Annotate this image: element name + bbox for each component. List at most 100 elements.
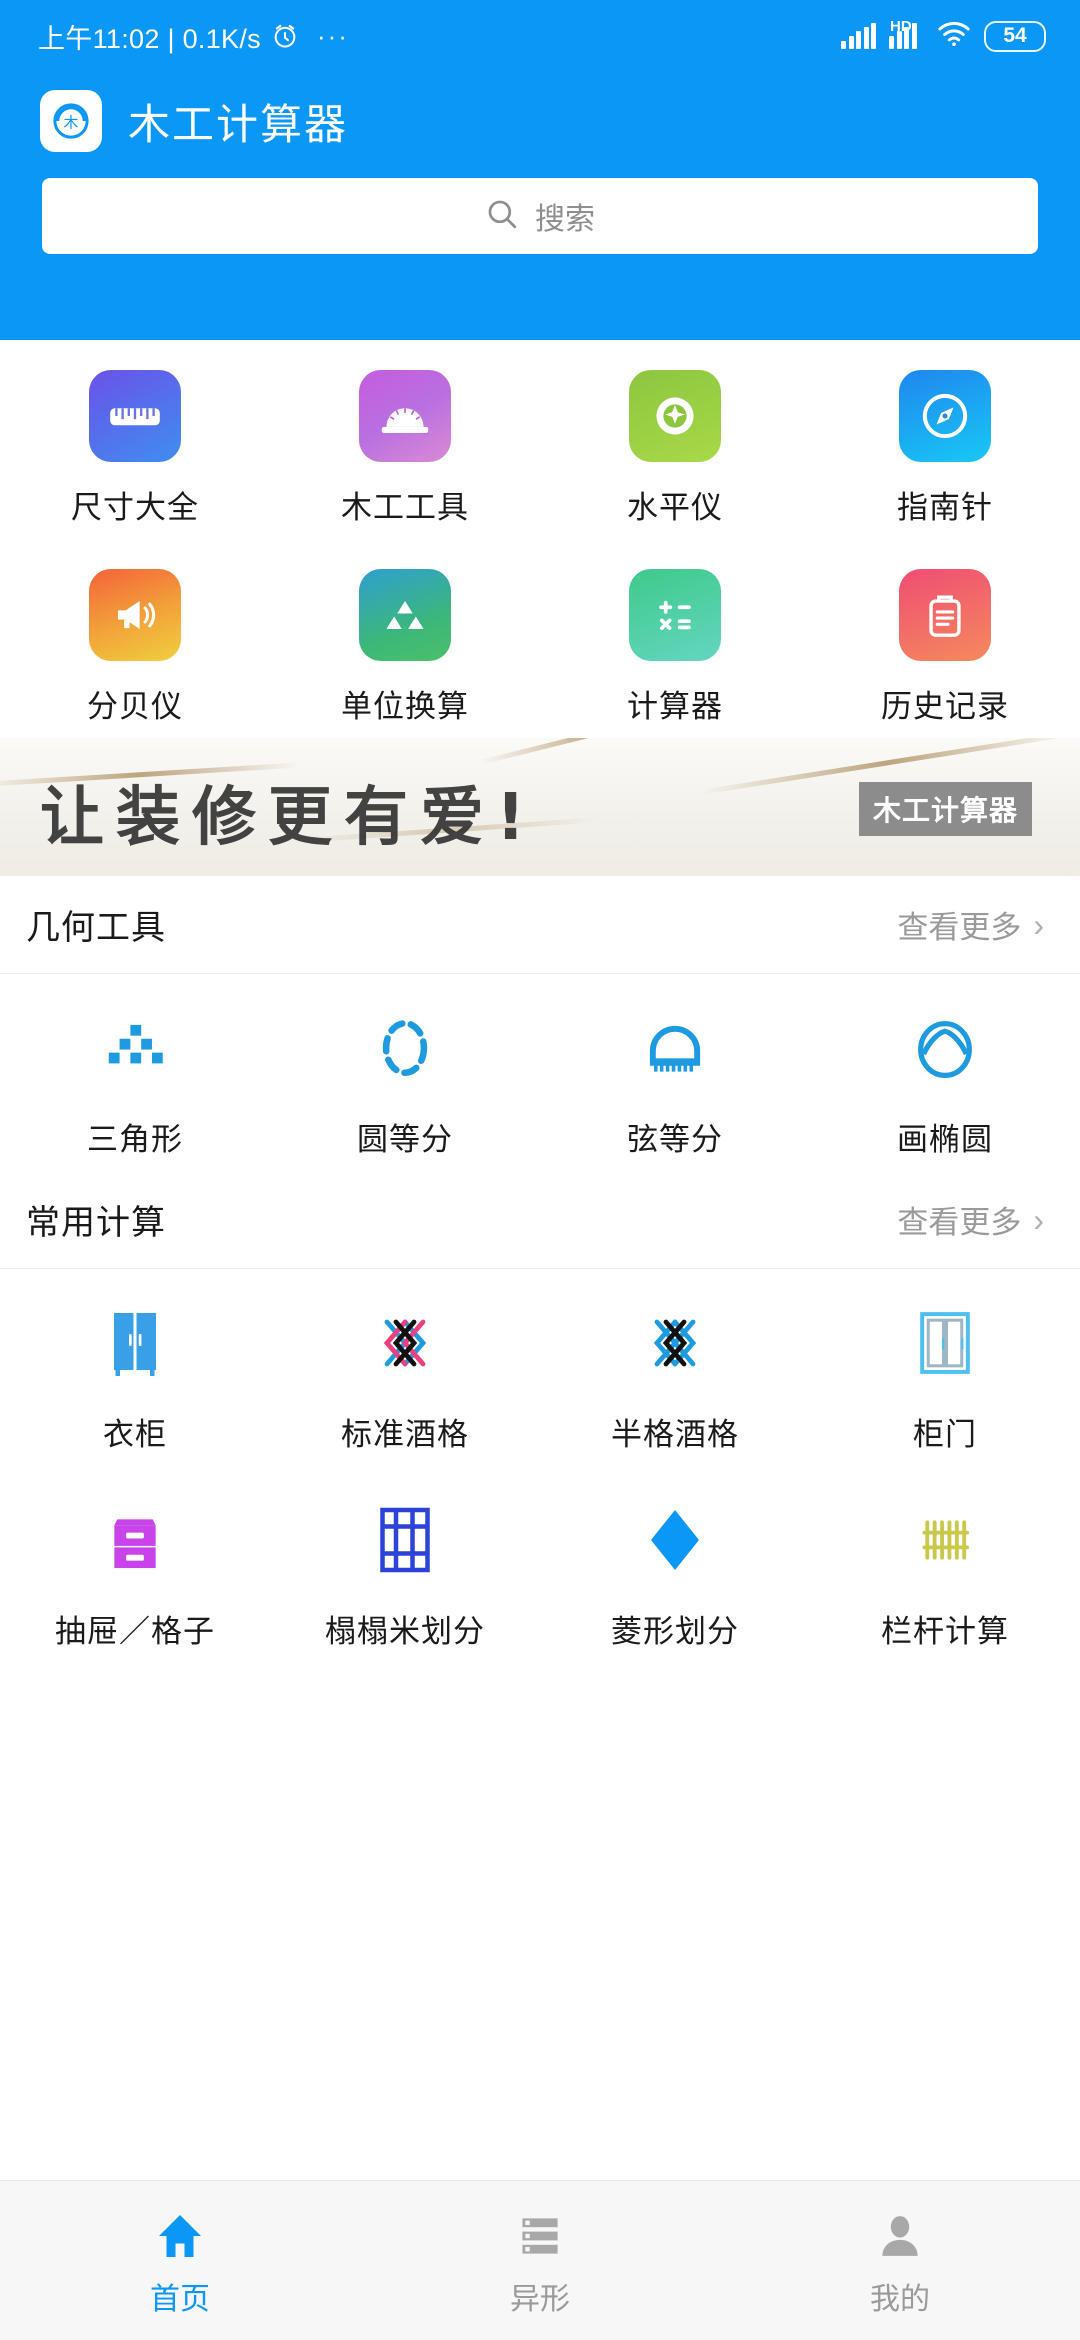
tool-label: 水平仪 (627, 490, 723, 525)
view-more-geometry-button[interactable]: 查看更多 › (897, 902, 1044, 947)
tool-tile-compass[interactable]: 指南针 (810, 340, 1080, 539)
search-placeholder: 搜索 (535, 203, 595, 236)
tool-label: 柜门 (913, 1417, 977, 1452)
nav-label: 首页 (150, 2282, 210, 2316)
tool-label: 弦等分 (627, 1122, 723, 1157)
triangles-icon (359, 569, 451, 661)
tool-label: 木工工具 (341, 490, 469, 525)
status-time-network: 上午11:02 | 0.1K/s (38, 23, 261, 54)
compass-icon (899, 370, 991, 462)
bottom-navigation: 首页 异形 我的 (0, 2180, 1080, 2340)
wifi-icon (937, 21, 971, 52)
calc-tile-half-wine-lattice[interactable]: 半格酒格 (540, 1269, 810, 1466)
tool-label: 单位换算 (341, 689, 469, 724)
tatami-icon (359, 1494, 451, 1586)
tool-label: 历史记录 (881, 689, 1009, 724)
tool-label: 榻榻米划分 (325, 1614, 485, 1649)
view-more-label: 查看更多 (897, 910, 1022, 945)
tool-label: 衣柜 (103, 1417, 167, 1452)
section-title: 几何工具 (26, 909, 166, 947)
tool-label: 标准酒格 (341, 1417, 469, 1452)
signal-bars-hd-icon: HD (889, 19, 924, 49)
nav-label: 我的 (870, 2282, 930, 2316)
tool-tile-unit-convert[interactable]: 单位换算 (270, 539, 540, 738)
tool-label: 指南针 (897, 490, 993, 525)
common-calc-grid: 衣柜 标准酒格 半格酒格 柜门 抽屉／格子 榻榻米划分 菱形划分 栏杆计算 (0, 1269, 1080, 1663)
drawer-icon (89, 1494, 181, 1586)
banner-slogan: 让装修更有爱! (40, 781, 538, 855)
triangle-blocks-icon (89, 1002, 181, 1094)
home-icon (151, 2210, 209, 2262)
quick-tools-grid: 尺寸大全 木工工具 水平仪 指南针 分贝仪 单位换算 计算器 历史记录 (0, 340, 1080, 738)
tool-tile-calculator[interactable]: 计算器 (540, 539, 810, 738)
clipboard-icon (899, 569, 991, 661)
nav-item-home[interactable]: 首页 (0, 2204, 360, 2318)
tool-tile-woodworking-tools[interactable]: 木工工具 (270, 340, 540, 539)
promo-banner[interactable]: 让装修更有爱! 木工计算器 (0, 738, 1080, 876)
calc-tile-wardrobe[interactable]: 衣柜 (0, 1269, 270, 1466)
wardrobe-icon (89, 1297, 181, 1389)
tool-tile-decibel[interactable]: 分贝仪 (0, 539, 270, 738)
ellipse-icon (899, 1002, 991, 1094)
arc-comb-icon (629, 1002, 721, 1094)
nav-item-profile[interactable]: 我的 (720, 2204, 1080, 2318)
calc-tile-standard-wine-lattice[interactable]: 标准酒格 (270, 1269, 540, 1466)
calculator-icon (629, 569, 721, 661)
tool-label: 菱形划分 (611, 1614, 739, 1649)
diamond-icon (629, 1494, 721, 1586)
status-bar-left: 上午11:02 | 0.1K/s ··· (38, 17, 349, 56)
calc-tile-tatami[interactable]: 榻榻米划分 (270, 1466, 540, 1663)
section-title: 常用计算 (26, 1204, 166, 1242)
calc-tile-railing[interactable]: 栏杆计算 (810, 1466, 1080, 1663)
view-more-common-calc-button[interactable]: 查看更多 › (897, 1197, 1044, 1242)
svg-text:木: 木 (64, 113, 79, 131)
calc-tile-diamond-division[interactable]: 菱形划分 (540, 1466, 810, 1663)
search-icon (485, 197, 519, 236)
calc-tile-cabinet-door[interactable]: 柜门 (810, 1269, 1080, 1466)
app-header: 上午11:02 | 0.1K/s ··· HD 54 木 木工计算器 搜索 (0, 0, 1080, 340)
status-bar: 上午11:02 | 0.1K/s ··· HD 54 (0, 0, 1080, 72)
view-more-label: 查看更多 (897, 1205, 1022, 1240)
protractor-icon (359, 370, 451, 462)
signal-bars-icon (841, 23, 876, 49)
status-bar-right: HD 54 (841, 19, 1046, 52)
search-input[interactable]: 搜索 (42, 178, 1038, 254)
tool-tile-level[interactable]: 水平仪 (540, 340, 810, 539)
tool-tile-ruler[interactable]: 尺寸大全 (0, 340, 270, 539)
megaphone-icon (89, 569, 181, 661)
chevron-right-icon: › (1033, 906, 1044, 943)
battery-indicator: 54 (984, 20, 1046, 52)
geo-tile-circle-division[interactable]: 圆等分 (270, 974, 540, 1171)
tool-label: 分贝仪 (87, 689, 183, 724)
app-logo-icon: 木 (40, 90, 102, 152)
level-icon (629, 370, 721, 462)
ruler-icon (89, 370, 181, 462)
tool-tile-history[interactable]: 历史记录 (810, 539, 1080, 738)
app-title-bar: 木 木工计算器 (0, 72, 1080, 152)
battery-level: 54 (1003, 24, 1027, 47)
alarm-icon (271, 22, 299, 50)
section-header-common-calc: 常用计算 查看更多 › (0, 1171, 1080, 1269)
nav-item-irregular-shapes[interactable]: 异形 (360, 2204, 720, 2318)
half-lattice-icon (629, 1297, 721, 1389)
chevron-right-icon: › (1033, 1201, 1044, 1238)
geo-tile-triangle[interactable]: 三角形 (0, 974, 270, 1171)
tool-label: 栏杆计算 (881, 1614, 1009, 1649)
railing-icon (899, 1494, 991, 1586)
tool-label: 圆等分 (357, 1122, 453, 1157)
cabinet-door-icon (899, 1297, 991, 1389)
hd-label: HD (890, 18, 912, 35)
tool-label: 计算器 (627, 689, 723, 724)
dashed-circle-icon (359, 1002, 451, 1094)
list-icon (511, 2210, 569, 2262)
calc-tile-drawer[interactable]: 抽屉／格子 (0, 1466, 270, 1663)
status-more-dots: ··· (316, 20, 349, 51)
tool-label: 尺寸大全 (71, 490, 199, 525)
geo-tile-chord-division[interactable]: 弦等分 (540, 974, 810, 1171)
banner-badge: 木工计算器 (858, 782, 1032, 836)
search-bar-container: 搜索 (0, 152, 1080, 254)
geo-tile-draw-ellipse[interactable]: 画椭圆 (810, 974, 1080, 1171)
section-header-geometry: 几何工具 查看更多 › (0, 876, 1080, 974)
tool-label: 半格酒格 (611, 1417, 739, 1452)
tool-label: 抽屉／格子 (55, 1614, 215, 1649)
